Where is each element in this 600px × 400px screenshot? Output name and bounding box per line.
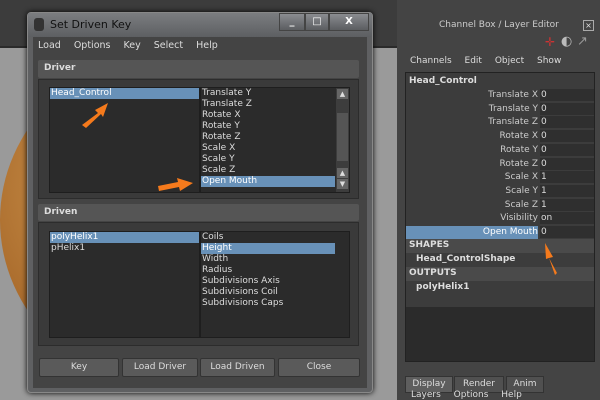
annotation-layer — [82, 103, 557, 275]
annotation-arrow-icon — [545, 243, 557, 275]
annotation-arrow-icon — [82, 103, 108, 128]
annotation-arrow-icon — [158, 178, 193, 191]
